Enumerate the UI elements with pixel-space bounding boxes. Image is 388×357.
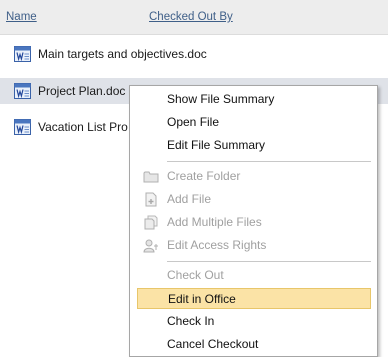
file-name[interactable]: Project Plan.doc — [38, 84, 125, 98]
word-doc-icon — [14, 83, 31, 99]
menu-item-check-out[interactable]: Check Out — [137, 265, 371, 286]
file-row[interactable]: Main targets and objectives.doc — [0, 41, 388, 67]
list-header: Name Checked Out By — [0, 0, 388, 35]
menu-item-add-multiple-files[interactable]: Add Multiple Files — [137, 212, 371, 233]
column-header-checked-out-by[interactable]: Checked Out By — [149, 11, 233, 23]
menu-item-cancel-checkout[interactable]: Cancel Checkout — [137, 334, 371, 355]
word-doc-icon — [14, 119, 31, 135]
menu-item-edit-access-rights[interactable]: Edit Access Rights — [137, 235, 371, 256]
menu-separator — [167, 161, 371, 162]
menu-item-edit-file-summary[interactable]: Edit File Summary — [137, 135, 371, 156]
menu-item-show-file-summary[interactable]: Show File Summary — [137, 89, 371, 110]
context-menu: Show File Summary Open File Edit File Su… — [129, 85, 378, 357]
file-name[interactable]: Main targets and objectives.doc — [38, 47, 207, 61]
menu-item-edit-in-office[interactable]: Edit in Office — [137, 288, 371, 309]
menu-separator — [167, 261, 371, 262]
menu-item-check-in[interactable]: Check In — [137, 311, 371, 332]
folder-icon — [143, 171, 159, 183]
menu-item-add-file[interactable]: Add File — [137, 189, 371, 210]
add-multiple-files-icon — [144, 215, 158, 230]
access-rights-icon — [143, 239, 158, 253]
column-header-name[interactable]: Name — [6, 11, 37, 23]
menu-item-create-folder[interactable]: Create Folder — [137, 166, 371, 187]
word-doc-icon — [14, 46, 31, 62]
file-name[interactable]: Vacation List Pro — [38, 120, 128, 134]
menu-item-open-file[interactable]: Open File — [137, 112, 371, 133]
add-file-icon — [145, 192, 157, 207]
